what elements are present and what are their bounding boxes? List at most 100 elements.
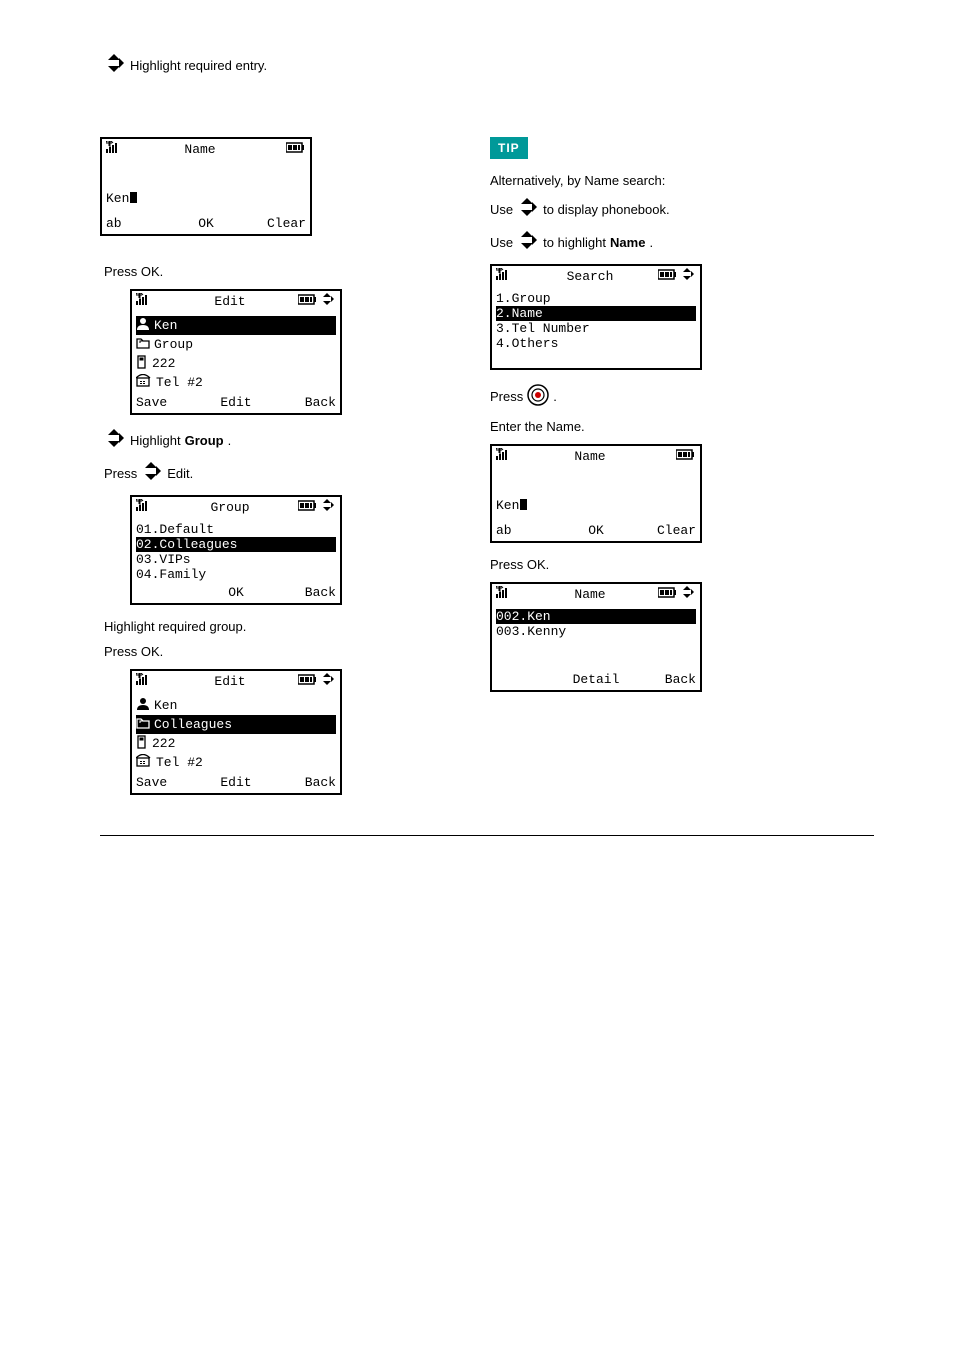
signal-icon (496, 586, 524, 603)
hint-press-ok: Press OK. (104, 264, 470, 279)
list-row[interactable]: 01.Default (136, 522, 336, 537)
softkey-left[interactable]: Save (136, 396, 203, 409)
softkey-right[interactable]: Clear (629, 524, 696, 537)
nav-icon (517, 198, 539, 221)
screen-name-input: Name Ken ab OK Clear (100, 137, 312, 236)
hint-press-nav-edit: Press Edit. (104, 462, 470, 485)
mobile-icon (136, 735, 148, 752)
footer-rule (100, 835, 874, 836)
list-row[interactable]: Tel #2 (136, 373, 336, 392)
screen-edit-contact-2: Edit Ken Colleagues (130, 669, 342, 795)
nav-icon (104, 429, 126, 452)
softkey-center[interactable]: OK (173, 217, 240, 230)
softkey-left (136, 586, 203, 599)
list-row[interactable]: Ken (136, 316, 336, 335)
phone2-icon (136, 754, 152, 771)
tip-intro: Alternatively, by Name search: (490, 173, 860, 188)
list-row[interactable]: Tel #2 (136, 753, 336, 772)
tip-step-highlight-name: Use to highlight Name. (490, 231, 860, 254)
list-row[interactable]: 222 (136, 354, 336, 373)
row-text: 3.Tel Number (496, 322, 590, 335)
screen-title: Search (524, 270, 656, 283)
screen-title: Name (524, 588, 656, 601)
signal-icon (136, 293, 164, 310)
folder-icon (136, 716, 150, 733)
signal-icon (106, 141, 134, 158)
row-text: 03.VIPs (136, 553, 191, 566)
list-row[interactable]: 222 (136, 734, 336, 753)
softkey-left[interactable]: ab (496, 524, 563, 537)
input-value[interactable]: Ken (106, 191, 129, 206)
battery-icon (658, 269, 678, 284)
tip-badge-row: TIP (490, 137, 860, 159)
list-row[interactable]: Ken (136, 696, 336, 715)
person-icon (136, 697, 150, 714)
screen-group-list: Group 01.Default 02.Colleagues 03.VIPs 0… (130, 495, 342, 605)
softkey-center[interactable]: Detail (563, 673, 630, 686)
hint-highlight-group: Highlight Group. (104, 429, 470, 452)
softkey-right[interactable]: Back (269, 776, 336, 789)
softkey-center[interactable]: Edit (203, 776, 270, 789)
battery-icon (676, 449, 696, 464)
battery-icon (298, 500, 318, 515)
tip-step-press-ok: Press OK. (490, 557, 860, 572)
softkey-right[interactable]: Back (629, 673, 696, 686)
hint-text: Highlight required entry. (130, 58, 267, 73)
softkey-center[interactable]: OK (203, 586, 270, 599)
scroll-icon (320, 673, 336, 690)
softkey-right[interactable]: Back (269, 396, 336, 409)
row-text: Tel #2 (156, 756, 203, 769)
battery-icon (286, 142, 306, 157)
screen-search-menu: Search 1.Group 2.Name 3.Tel Number 4.Oth… (490, 264, 702, 370)
list-row (496, 639, 696, 654)
row-text: 003.Kenny (496, 625, 566, 638)
softkey-left[interactable]: Save (136, 776, 203, 789)
list-row[interactable]: 4.Others (496, 336, 696, 351)
softkey-left[interactable]: ab (106, 217, 173, 230)
list-row[interactable]: Group (136, 335, 336, 354)
row-text: 4.Others (496, 337, 558, 350)
row-text: 02.Colleagues (136, 538, 237, 551)
screen-name-input-2: Name Ken ab OK Clear (490, 444, 702, 543)
row-text: 222 (152, 737, 175, 750)
list-row[interactable]: Colleagues (136, 715, 336, 734)
step-highlight-required: Highlight required entry. (104, 54, 874, 77)
row-text: Ken (154, 699, 177, 712)
row-text: 222 (152, 357, 175, 370)
softkey-right[interactable]: Back (269, 586, 336, 599)
row-text: 2.Name (496, 307, 543, 320)
list-row[interactable]: 003.Kenny (496, 624, 696, 639)
nav-icon (141, 462, 163, 485)
softkey-right[interactable]: Clear (239, 217, 306, 230)
row-text: Ken (154, 319, 177, 332)
battery-icon (658, 587, 678, 602)
input-value[interactable]: Ken (496, 498, 519, 513)
screen-title: Name (524, 450, 656, 463)
list-row[interactable]: 002.Ken (496, 609, 696, 624)
list-row[interactable]: 3.Tel Number (496, 321, 696, 336)
tip-step-use-phonebook: Use to display phonebook. (490, 198, 860, 221)
row-text: 002.Ken (496, 610, 551, 623)
list-row[interactable]: 2.Name (496, 306, 696, 321)
enter-key-icon (527, 384, 549, 409)
softkey-center[interactable]: Edit (203, 396, 270, 409)
person-icon (136, 317, 150, 334)
list-row[interactable]: 04.Family (136, 567, 336, 582)
signal-icon (136, 673, 164, 690)
screen-edit-contact: Edit Ken Group (130, 289, 342, 415)
row-text: Colleagues (154, 718, 232, 731)
cursor-caret (130, 192, 137, 203)
list-row[interactable]: 03.VIPs (136, 552, 336, 567)
screen-title: Edit (164, 295, 296, 308)
softkey-center[interactable]: OK (563, 524, 630, 537)
scroll-icon (680, 586, 696, 603)
tip-step-enter-name: Enter the Name. (490, 419, 860, 434)
cursor-caret (520, 499, 527, 510)
row-text: 01.Default (136, 523, 214, 536)
row-text: 04.Family (136, 568, 206, 581)
list-row[interactable]: 1.Group (496, 291, 696, 306)
row-text: Tel #2 (156, 376, 203, 389)
list-row[interactable]: 02.Colleagues (136, 537, 336, 552)
nav-icon (517, 231, 539, 254)
screen-title: Name (134, 143, 266, 156)
